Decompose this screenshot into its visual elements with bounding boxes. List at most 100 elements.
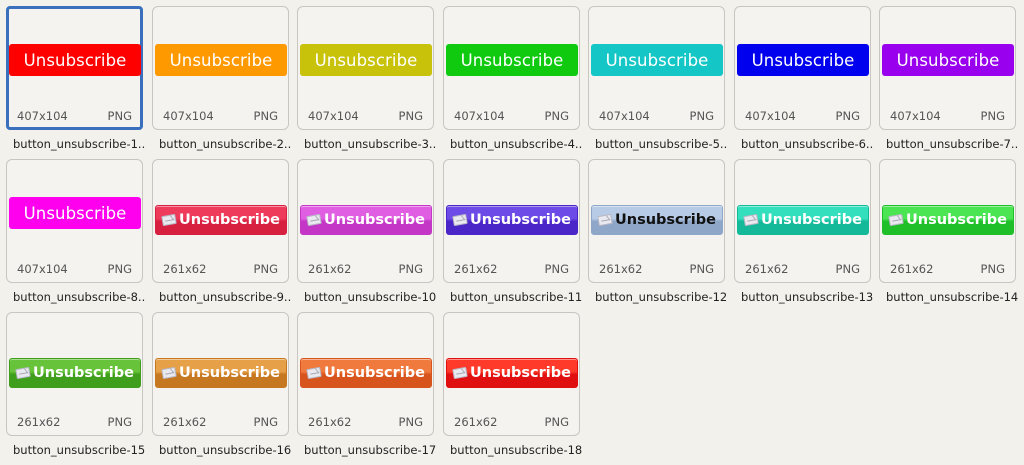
- unsubscribe-button-preview: Unsubscribe: [446, 44, 578, 76]
- image-dimensions: 261x62: [890, 262, 934, 276]
- file-name[interactable]: button_unsubscribe-5....: [595, 137, 727, 151]
- file-item[interactable]: Unsubscribe 261x62 PNG button_unsubscribe-1…: [297, 312, 436, 465]
- file-type: PNG: [107, 109, 132, 123]
- unsubscribe-button-preview: Unsubscribe: [300, 44, 432, 76]
- image-dimensions: 261x62: [308, 262, 352, 276]
- file-thumbnail[interactable]: Unsubscribe 261x62 PNG: [588, 159, 725, 283]
- unsubscribe-button-preview: Unsubscribe: [882, 44, 1014, 76]
- file-name[interactable]: button_unsubscribe-1....: [13, 137, 145, 151]
- file-type: PNG: [980, 262, 1005, 276]
- file-name[interactable]: button_unsubscribe-9....: [159, 290, 291, 304]
- preview-label: Unsubscribe: [761, 212, 862, 228]
- file-item[interactable]: Unsubscribe 407x104 PNG button_unsubscribe-…: [734, 6, 873, 159]
- file-item[interactable]: Unsubscribe 407x104 PNG button_unsubscribe-…: [297, 6, 436, 159]
- image-dimensions: 261x62: [599, 262, 643, 276]
- image-dimensions: 261x62: [308, 415, 352, 429]
- file-type: PNG: [398, 109, 423, 123]
- unsubscribe-button-preview: Unsubscribe: [9, 44, 141, 76]
- file-thumbnail[interactable]: Unsubscribe 407x104 PNG: [6, 159, 143, 283]
- image-dimensions: 261x62: [163, 262, 207, 276]
- file-thumbnail[interactable]: Unsubscribe 261x62 PNG: [152, 312, 289, 436]
- file-thumbnail[interactable]: Unsubscribe 261x62 PNG: [879, 159, 1016, 283]
- envelope-icon: [161, 366, 177, 380]
- file-item[interactable]: Unsubscribe 261x62 PNG button_unsubscribe-1…: [443, 159, 582, 312]
- preview-label: Unsubscribe: [615, 212, 716, 228]
- file-item[interactable]: Unsubscribe 261x62 PNG button_unsubscribe-1…: [152, 312, 291, 465]
- file-type: PNG: [544, 262, 569, 276]
- preview-label: Unsubscribe: [314, 50, 418, 70]
- file-name[interactable]: button_unsubscribe-16....: [159, 443, 291, 457]
- image-dimensions: 407x104: [17, 109, 68, 123]
- preview-label: Unsubscribe: [896, 50, 1000, 70]
- file-item[interactable]: Unsubscribe 407x104 PNG button_unsubscribe-…: [588, 6, 727, 159]
- file-item[interactable]: Unsubscribe 407x104 PNG button_unsubscribe-…: [152, 6, 291, 159]
- file-name[interactable]: button_unsubscribe-8....: [13, 290, 145, 304]
- preview-label: Unsubscribe: [906, 212, 1007, 228]
- file-name[interactable]: button_unsubscribe-18....: [450, 443, 582, 457]
- file-item[interactable]: Unsubscribe 407x104 PNG button_unsubscribe-…: [879, 6, 1018, 159]
- file-type: PNG: [253, 109, 278, 123]
- image-dimensions: 261x62: [745, 262, 789, 276]
- file-item[interactable]: Unsubscribe 261x62 PNG button_unsubscribe-1…: [297, 159, 436, 312]
- envelope-icon: [743, 213, 759, 227]
- file-item[interactable]: Unsubscribe 261x62 PNG button_unsubscribe-1…: [588, 159, 727, 312]
- image-dimensions: 407x104: [17, 262, 68, 276]
- file-type: PNG: [253, 415, 278, 429]
- file-thumbnail[interactable]: Unsubscribe 407x104 PNG: [6, 6, 143, 130]
- image-dimensions: 407x104: [454, 109, 505, 123]
- file-item[interactable]: Unsubscribe 407x104 PNG button_unsubscribe-…: [6, 159, 145, 312]
- file-thumbnail[interactable]: Unsubscribe 407x104 PNG: [297, 6, 434, 130]
- file-name[interactable]: button_unsubscribe-2....: [159, 137, 291, 151]
- file-name[interactable]: button_unsubscribe-3....: [304, 137, 436, 151]
- file-thumbnail[interactable]: Unsubscribe 407x104 PNG: [443, 6, 580, 130]
- unsubscribe-button-preview: Unsubscribe: [737, 205, 869, 235]
- file-thumbnail[interactable]: Unsubscribe 407x104 PNG: [879, 6, 1016, 130]
- file-thumbnail[interactable]: Unsubscribe 261x62 PNG: [443, 159, 580, 283]
- file-name[interactable]: button_unsubscribe-14....: [886, 290, 1018, 304]
- preview-label: Unsubscribe: [324, 365, 425, 381]
- file-item[interactable]: Unsubscribe 261x62 PNG button_unsubscribe-1…: [879, 159, 1018, 312]
- file-name[interactable]: button_unsubscribe-11....: [450, 290, 582, 304]
- file-thumbnail[interactable]: Unsubscribe 261x62 PNG: [443, 312, 580, 436]
- file-name[interactable]: button_unsubscribe-10....: [304, 290, 436, 304]
- file-thumbnail[interactable]: Unsubscribe 261x62 PNG: [6, 312, 143, 436]
- preview-label: Unsubscribe: [470, 365, 571, 381]
- image-dimensions: 261x62: [163, 415, 207, 429]
- file-name[interactable]: button_unsubscribe-7....: [886, 137, 1018, 151]
- file-item[interactable]: Unsubscribe 261x62 PNG button_unsubscribe-1…: [6, 312, 145, 465]
- file-thumbnail[interactable]: Unsubscribe 407x104 PNG: [152, 6, 289, 130]
- file-name[interactable]: button_unsubscribe-6....: [741, 137, 873, 151]
- preview-label: Unsubscribe: [605, 50, 709, 70]
- file-item[interactable]: Unsubscribe 407x104 PNG button_unsubscribe-…: [6, 6, 145, 159]
- file-thumbnail[interactable]: Unsubscribe 261x62 PNG: [297, 159, 434, 283]
- envelope-icon: [888, 213, 904, 227]
- file-thumbnail[interactable]: Unsubscribe 261x62 PNG: [734, 159, 871, 283]
- file-name[interactable]: button_unsubscribe-15....: [13, 443, 145, 457]
- file-item[interactable]: Unsubscribe 407x104 PNG button_unsubscribe-…: [443, 6, 582, 159]
- file-thumbnail[interactable]: Unsubscribe 261x62 PNG: [152, 159, 289, 283]
- file-type: PNG: [398, 262, 423, 276]
- file-type: PNG: [544, 109, 569, 123]
- file-thumbnail[interactable]: Unsubscribe 407x104 PNG: [588, 6, 725, 130]
- file-name[interactable]: button_unsubscribe-12....: [595, 290, 727, 304]
- preview-label: Unsubscribe: [23, 203, 127, 223]
- file-name[interactable]: button_unsubscribe-17....: [304, 443, 436, 457]
- file-thumbnail[interactable]: Unsubscribe 261x62 PNG: [297, 312, 434, 436]
- file-item[interactable]: Unsubscribe 261x62 PNG button_unsubscribe-1…: [734, 159, 873, 312]
- file-item[interactable]: Unsubscribe 261x62 PNG button_unsubscribe-9…: [152, 159, 291, 312]
- file-name[interactable]: button_unsubscribe-4....: [450, 137, 582, 151]
- unsubscribe-button-preview: Unsubscribe: [9, 358, 141, 388]
- file-type: PNG: [544, 415, 569, 429]
- file-type: PNG: [689, 262, 714, 276]
- image-dimensions: 407x104: [745, 109, 796, 123]
- file-name[interactable]: button_unsubscribe-13....: [741, 290, 873, 304]
- preview-label: Unsubscribe: [460, 50, 564, 70]
- file-item[interactable]: Unsubscribe 261x62 PNG button_unsubscribe-1…: [443, 312, 582, 465]
- file-thumbnail[interactable]: Unsubscribe 407x104 PNG: [734, 6, 871, 130]
- unsubscribe-button-preview: Unsubscribe: [737, 44, 869, 76]
- unsubscribe-button-preview: Unsubscribe: [155, 358, 287, 388]
- unsubscribe-button-preview: Unsubscribe: [591, 205, 723, 235]
- file-type: PNG: [253, 262, 278, 276]
- envelope-icon: [597, 213, 613, 227]
- preview-label: Unsubscribe: [33, 365, 134, 381]
